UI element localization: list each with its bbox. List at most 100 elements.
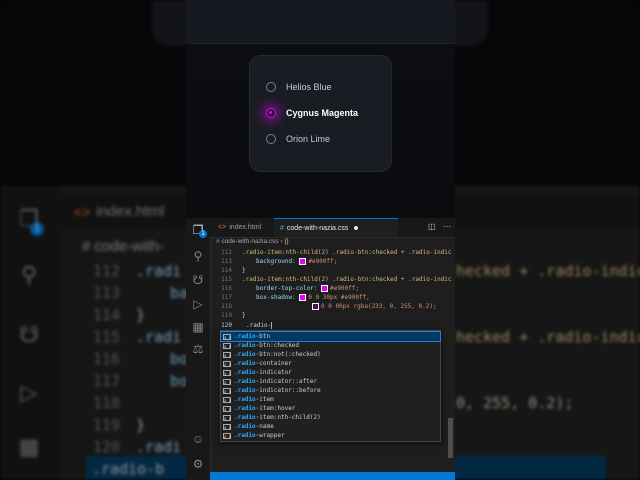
css-file-icon: # (216, 238, 220, 245)
color-swatch[interactable] (321, 285, 329, 292)
class-icon: a b (223, 351, 232, 358)
typed-text: .radio- (246, 322, 272, 329)
tab-index-html[interactable]: <> index.html (214, 218, 276, 237)
class-icon: a b (223, 360, 232, 367)
radio-button[interactable] (266, 82, 276, 92)
line-number: 113 (221, 258, 232, 265)
suggestion-item[interactable]: a b .radio-indicator::after (221, 377, 440, 386)
bg-code-right: 0, 255, 0.2); (456, 394, 574, 412)
bg-source-control-icon: ☋ (19, 322, 39, 347)
breadcrumb-file[interactable]: code-with-nazia.css (221, 238, 278, 245)
css-property: background: (256, 258, 296, 265)
radio-item-helios-blue[interactable]: Helios Blue (266, 77, 386, 97)
bg-code-right: hecked + .radio-indic (456, 328, 640, 346)
extensions-icon[interactable]: ▦ (190, 319, 206, 335)
line-number: 114 (221, 267, 232, 274)
bg-html-tab-icon: <> (74, 204, 91, 220)
color-swatch[interactable] (299, 294, 307, 301)
code-line[interactable]: background: #e900ff; (256, 258, 337, 265)
bg-line-number: 117 (92, 372, 120, 390)
bg-line-number: 113 (92, 284, 120, 302)
bg-line-number: 120 (92, 438, 120, 456)
suggestion-item[interactable]: a b .radio-item:nth-child(2) (221, 413, 440, 422)
suggestion-widget: a b .radio-btn a b .radio-btn:checked a b.… (220, 330, 441, 442)
line-number: 117 (221, 294, 232, 301)
suggestion-item[interactable]: a b .radio-name (221, 422, 440, 431)
color-swatch[interactable] (299, 258, 307, 265)
line-number: 119 (221, 312, 232, 319)
bg-run-debug-icon: ▷ (20, 380, 38, 405)
bg-suggestion-text: .radio-b (92, 460, 165, 478)
phone-frame: Helios Blue Cygnus Magenta Orion Lime ❐ … (186, 0, 455, 480)
settings-icon[interactable]: ⚙ (190, 456, 206, 472)
code-editor: ❐ 1 ⚲ ☋ ▷ ▦ ⚖ ☺ ⚙ <> index.html # code-w… (186, 218, 455, 480)
code-line[interactable]: border-top-color: #e900ff; (256, 285, 359, 292)
source-control-icon[interactable]: ☋ (190, 272, 206, 288)
breadcrumb-symbol[interactable]: {} (284, 238, 288, 245)
activity-bar: ❐ 1 ⚲ ☋ ▷ ▦ ⚖ ☺ ⚙ (186, 218, 211, 480)
split-editor-icon[interactable]: ◫ (428, 222, 436, 231)
suggestion-item[interactable]: a b .radio-container (221, 359, 440, 368)
suggestion-item[interactable]: a b .radio-btn:checked (221, 341, 440, 350)
bg-line-number: 116 (92, 350, 120, 368)
run-debug-icon[interactable]: ▷ (190, 296, 206, 312)
text-cursor (271, 322, 273, 329)
testing-icon[interactable]: ⚖ (190, 341, 206, 357)
color-swatch[interactable] (312, 303, 319, 310)
code-line-current[interactable]: .radio- (246, 322, 273, 329)
bg-search-icon: ⚲ (20, 262, 38, 287)
code-line[interactable]: .radio-item:nth-child(2) .radio-btn:chec… (242, 249, 452, 256)
class-icon: a b (223, 423, 232, 430)
suggestion-item[interactable]: a b .radio-btn (220, 331, 441, 342)
class-icon: a b (223, 387, 232, 394)
tab-label: code-with-nazia.css (286, 224, 349, 232)
bg-extensions-icon: ▦ (18, 434, 40, 459)
tab-code-with-nazia-css[interactable]: # code-with-nazia.css (274, 218, 398, 237)
radio-label: Cygnus Magenta (286, 108, 359, 118)
class-icon: a b (223, 378, 232, 385)
radio-button-checked[interactable] (266, 108, 276, 118)
bg-line-number: 114 (92, 306, 120, 324)
suggestion-item[interactable]: a b .radio-wrapper (221, 431, 440, 440)
line-number: 115 (221, 276, 232, 283)
account-icon[interactable]: ☺ (190, 431, 206, 447)
code-line[interactable]: } (242, 312, 246, 319)
class-icon: a b (223, 405, 232, 412)
unsaved-dot-icon[interactable] (354, 226, 359, 230)
bg-code-line: .radi (136, 262, 182, 280)
scrollbar-thumb[interactable] (448, 418, 453, 458)
line-number-current: 120 (221, 322, 232, 329)
bg-badge: 1 (30, 222, 44, 236)
code-line[interactable]: box-shadow: 0 0 30px #e900ff, (256, 294, 370, 301)
breadcrumb-separator-icon: › (280, 238, 283, 245)
suggestion-item[interactable]: a b .radio-btn:not(:checked) (221, 350, 440, 359)
more-icon[interactable]: ⋯ (443, 222, 451, 231)
suggestion-item[interactable]: a b .radio-item (221, 395, 440, 404)
suggestion-item[interactable]: a b .radio-item:hover (221, 404, 440, 413)
css-property: border-top-color: (256, 285, 318, 292)
line-number: 112 (221, 249, 232, 256)
radio-item-orion-lime[interactable]: Orion Lime (266, 129, 386, 149)
bg-code-right: hecked + .radio-indic (456, 262, 640, 280)
code-line[interactable]: } (242, 267, 246, 274)
bg-code-line: } (136, 416, 146, 434)
line-number: 118 (221, 303, 232, 310)
html-file-icon: <> (218, 224, 227, 231)
tab-label: index.html (229, 224, 262, 231)
css-property: box-shadow: (256, 294, 296, 301)
bg-line-number: 112 (92, 262, 120, 280)
css-value: #e900ff; (330, 285, 359, 292)
css-value: 0 0 30px #e900ff, (308, 294, 370, 301)
radio-button[interactable] (266, 134, 276, 144)
class-icon: a b (223, 342, 232, 349)
top-card (186, 0, 455, 44)
code-line[interactable]: .radio-item:nth-child(2) .radio-btn:chec… (242, 276, 452, 283)
code-line[interactable]: 0 0 00px rgba(233, 0, 255, 0.2); (312, 303, 437, 310)
bg-tab-label: index.html (96, 203, 165, 220)
suggestion-item[interactable]: a b .radio-indicator::before (221, 386, 440, 395)
suggestion-item[interactable]: a b .radio-indicator (221, 368, 440, 377)
radio-item-cygnus-magenta[interactable]: Cygnus Magenta (266, 103, 386, 123)
search-icon[interactable]: ⚲ (190, 248, 206, 264)
class-icon: a b (223, 396, 232, 403)
class-icon: a b (223, 432, 232, 439)
